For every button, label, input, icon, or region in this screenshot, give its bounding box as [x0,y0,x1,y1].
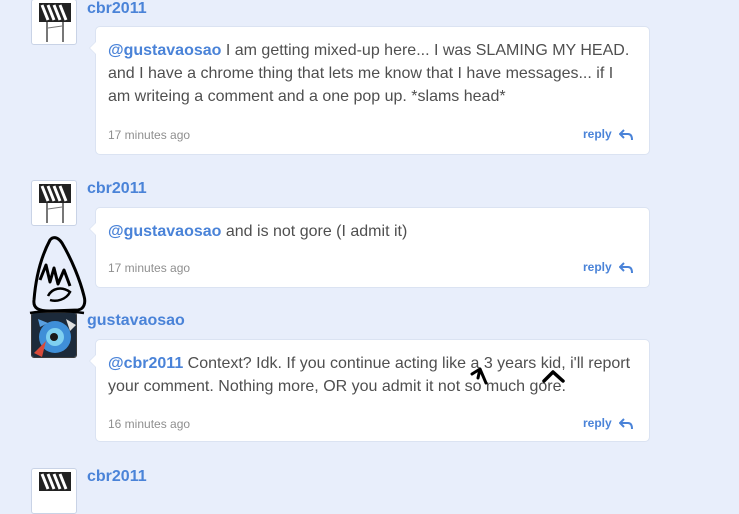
user-avatar[interactable] [31,312,77,358]
comment-body: Context? Idk. If you continue acting lik… [108,355,631,395]
user-avatar[interactable] [31,468,77,514]
comment-text: @cbr2011 Context? Idk. If you continue a… [108,352,633,398]
reply-arrow-icon [618,129,633,140]
reply-button[interactable]: reply [583,260,633,274]
reply-label: reply [582,260,612,274]
user-avatar[interactable] [31,180,77,226]
cartoon-avatar-icon [32,313,76,357]
sign-board-avatar-icon [39,3,71,42]
comment-text: @gustavaosao I am getting mixed-up here.… [108,39,633,108]
user-avatar[interactable] [31,0,77,45]
comment-card: @cbr2011 Context? Idk. If you continue a… [89,339,650,442]
comment-card: @gustavaosao I am getting mixed-up here.… [89,26,650,155]
comment-timestamp: 17 minutes ago [108,261,191,275]
comment-username[interactable]: cbr2011 [87,0,147,18]
sign-board-avatar-icon [39,184,71,223]
reply-label: reply [582,416,612,430]
reply-button[interactable]: reply [583,127,633,141]
comment-timestamp: 16 minutes ago [108,417,191,431]
reply-label: reply [582,127,612,141]
comment-card: @gustavaosao and is not gore (I admit it… [89,207,650,288]
comment-username[interactable]: cbr2011 [87,468,147,486]
mention-link[interactable]: @gustavaosao [108,223,221,240]
reply-arrow-icon [618,262,633,273]
comment-username[interactable]: gustavaosao [87,312,185,330]
sign-board-avatar-icon [39,472,71,491]
comment-username[interactable]: cbr2011 [87,180,147,198]
mention-link[interactable]: @cbr2011 [108,355,183,372]
mention-link[interactable]: @gustavaosao [108,42,221,59]
comment-timestamp: 17 minutes ago [108,128,191,142]
comment-body: and is not gore (I admit it) [221,223,408,240]
reply-button[interactable]: reply [583,416,633,430]
reply-arrow-icon [618,418,633,429]
comment-text: @gustavaosao and is not gore (I admit it… [108,220,633,243]
